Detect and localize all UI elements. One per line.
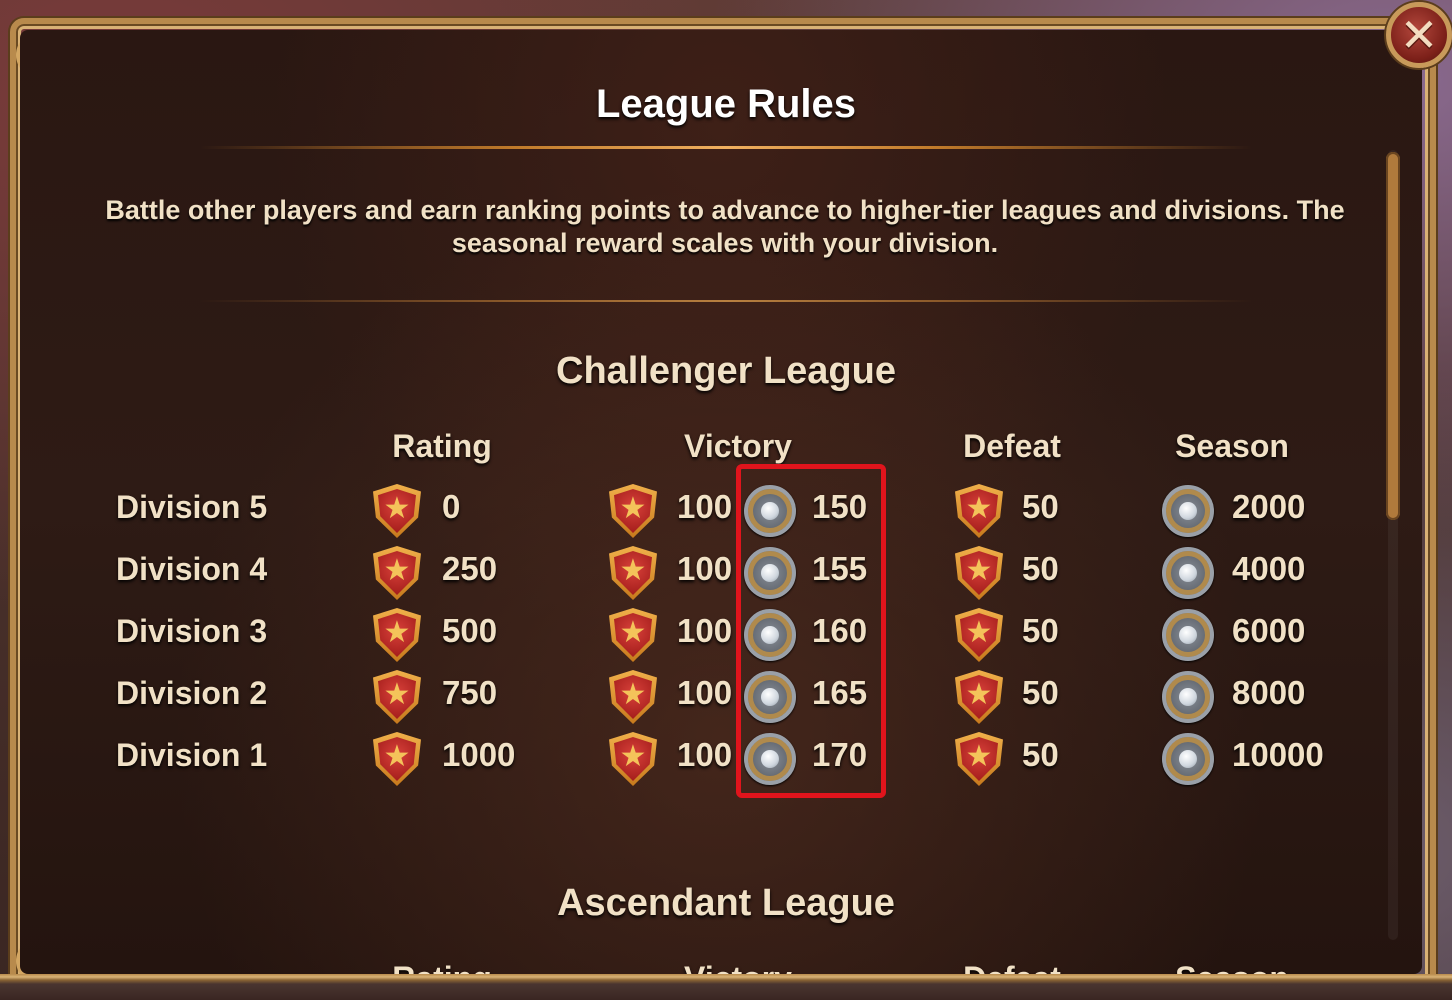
victory-points-value: 100	[677, 550, 733, 587]
season-value: 10000	[1232, 736, 1324, 773]
column-header-defeat: Defeat	[963, 428, 1061, 464]
season-value: 8000	[1232, 674, 1306, 711]
victory-points-value: 100	[677, 736, 733, 773]
league-title: Challenger League	[556, 350, 896, 392]
frame-bottom-edge	[0, 974, 1452, 1000]
victory-points-value: 100	[677, 612, 733, 649]
rating-value: 0	[442, 488, 461, 525]
defeat-value: 50	[1022, 550, 1059, 587]
league-title: Ascendant League	[557, 882, 895, 924]
silver-coin-icon	[1162, 547, 1214, 599]
silver-coin-icon	[1162, 733, 1214, 785]
column-header-season: Season	[1175, 428, 1289, 464]
column-header-victory: Victory	[684, 428, 792, 464]
season-value: 6000	[1232, 612, 1306, 649]
close-icon: ✕	[1399, 8, 1439, 62]
rating-value: 500	[442, 612, 498, 649]
silver-coin-icon	[1162, 671, 1214, 723]
rules-description: Battle other players and earn ranking po…	[105, 195, 1345, 258]
title-divider	[200, 146, 1252, 149]
season-value: 2000	[1232, 488, 1306, 525]
division-label: Division 4	[116, 551, 268, 587]
dialog-title: League Rules	[595, 82, 857, 126]
division-label: Division 1	[116, 737, 268, 773]
victory-points-value: 100	[677, 674, 733, 711]
rating-value: 250	[442, 550, 498, 587]
scrollbar-thumb[interactable]	[1386, 152, 1400, 520]
silver-coin-icon	[1162, 485, 1214, 537]
victory-points-value: 100	[677, 488, 733, 525]
division-label: Division 3	[116, 613, 268, 649]
victory-reward-highlight	[736, 464, 886, 798]
defeat-value: 50	[1022, 612, 1059, 649]
rating-value: 750	[442, 674, 498, 711]
column-header-rating: Rating	[392, 428, 492, 464]
defeat-value: 50	[1022, 674, 1059, 711]
division-label: Division 2	[116, 675, 268, 711]
defeat-value: 50	[1022, 736, 1059, 773]
silver-coin-icon	[1162, 609, 1214, 661]
description-divider	[200, 300, 1252, 302]
close-button[interactable]: ✕	[1386, 2, 1452, 68]
division-label: Division 5	[116, 489, 268, 525]
defeat-value: 50	[1022, 488, 1059, 525]
rating-value: 1000	[442, 736, 516, 773]
season-value: 4000	[1232, 550, 1306, 587]
